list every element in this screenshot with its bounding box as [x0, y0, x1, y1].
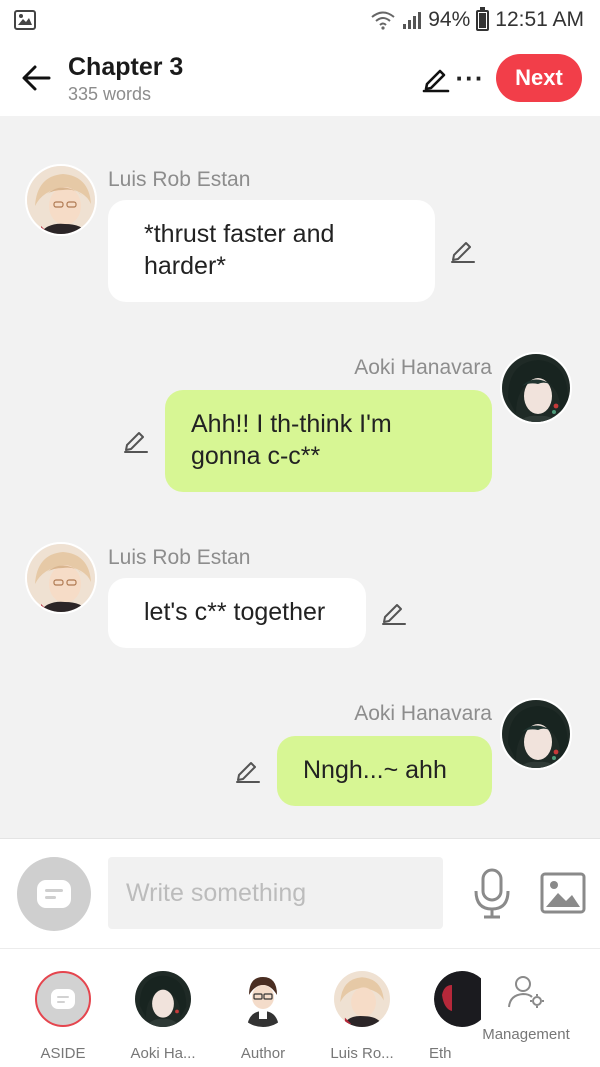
chat-area: Luis Rob Estan *thrust faster and harder…: [0, 116, 600, 838]
message-text-line: let's c** together: [144, 598, 326, 626]
message-text-line: gonna c-c**: [191, 442, 321, 470]
character-aside[interactable]: ASIDE: [23, 971, 103, 1062]
edit-message-icon[interactable]: [449, 236, 477, 264]
title-block: Chapter 3 335 words: [68, 52, 416, 105]
user-settings-icon: [508, 976, 544, 1008]
avatar-luis[interactable]: [25, 164, 97, 236]
edit-chapter-button[interactable]: [416, 58, 456, 98]
character-avatar: [235, 971, 291, 1027]
message-text-line: Ahh!! I th-think I'm: [191, 410, 392, 438]
character-luis[interactable]: Luis Ro...: [322, 971, 402, 1062]
aside-toggle-button[interactable]: [17, 857, 91, 931]
character-label: ASIDE: [40, 1045, 86, 1062]
character-bar: ASIDE Aoki Ha... Author Luis Ro... Eth M…: [0, 948, 600, 1067]
chat-bubble-icon: [51, 989, 75, 1009]
character-avatar: [135, 971, 191, 1027]
sender-name: Aoki Hanavara: [354, 356, 492, 379]
avatar-aoki[interactable]: [500, 352, 572, 424]
chat-bubble-icon: [37, 880, 71, 908]
edit-message-icon[interactable]: [380, 598, 408, 626]
signal-icon: [403, 12, 422, 29]
sender-name: Luis Rob Estan: [108, 168, 251, 191]
character-label: Eth: [429, 1045, 452, 1062]
message-bubble[interactable]: *thrust faster and harder*: [108, 200, 435, 302]
character-avatar: [434, 971, 481, 1027]
status-bar: 94% 12:51 AM: [0, 0, 600, 40]
character-label: Aoki Ha...: [130, 1045, 196, 1062]
sender-name: Luis Rob Estan: [108, 546, 251, 569]
management-label: Management: [482, 1026, 570, 1043]
message-bubble[interactable]: Nngh...~ ahh: [277, 736, 492, 806]
character-author[interactable]: Author: [223, 971, 303, 1062]
message-bubble[interactable]: Ahh!! I th-think I'm gonna c-c**: [165, 390, 492, 492]
clock: 12:51 AM: [495, 8, 584, 31]
message-text-line: *thrust faster and: [144, 220, 335, 248]
management-button[interactable]: Management: [476, 973, 576, 1043]
more-options-button[interactable]: ···: [456, 58, 496, 98]
message-composer: [0, 838, 600, 948]
image-icon[interactable]: [540, 871, 586, 915]
wifi-icon: [371, 11, 395, 30]
arrow-left-icon: [22, 65, 51, 91]
character-eth[interactable]: Eth: [401, 971, 481, 1062]
avatar-aoki[interactable]: [500, 698, 572, 770]
character-avatar: [334, 971, 390, 1027]
aside-avatar: [35, 971, 91, 1027]
edit-message-icon[interactable]: [122, 426, 150, 454]
chapter-header: Chapter 3 335 words ··· Next: [0, 40, 600, 116]
message-text-line: harder*: [144, 252, 226, 280]
message-input[interactable]: [108, 857, 443, 929]
more-dots-icon: ···: [455, 63, 485, 93]
avatar-luis[interactable]: [25, 542, 97, 614]
back-button[interactable]: [18, 60, 54, 96]
battery-percent: 94%: [428, 8, 471, 31]
character-label: Luis Ro...: [330, 1045, 394, 1062]
character-label: Author: [240, 1045, 286, 1062]
edit-message-icon[interactable]: [234, 756, 262, 784]
battery-icon: [476, 6, 490, 31]
sender-name: Aoki Hanavara: [354, 702, 492, 725]
message-bubble[interactable]: let's c** together: [108, 578, 366, 648]
microphone-icon[interactable]: [470, 867, 514, 919]
character-aoki[interactable]: Aoki Ha...: [123, 971, 203, 1062]
gallery-notification-icon: [14, 10, 36, 30]
next-button[interactable]: Next: [496, 54, 582, 102]
chapter-title: Chapter 3: [68, 52, 184, 81]
word-count: 335 words: [68, 83, 152, 104]
pencil-icon: [422, 69, 450, 93]
message-text-line: Nngh...~ ahh: [303, 756, 447, 784]
